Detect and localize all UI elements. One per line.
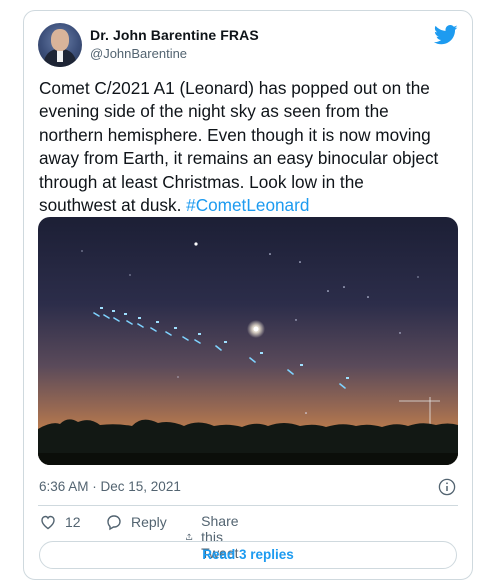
hashtag-link[interactable]: #CometLeonard xyxy=(186,195,309,215)
divider xyxy=(38,505,458,506)
author-name[interactable]: Dr. John Barentine FRAS xyxy=(90,27,259,43)
like-button[interactable]: 12 xyxy=(39,513,81,531)
twitter-bird-icon[interactable] xyxy=(434,25,458,45)
tweet-text-line: southwest at dusk. #CometLeonard xyxy=(39,194,459,217)
like-count: 12 xyxy=(65,514,81,530)
reply-icon xyxy=(107,515,121,531)
tweet-text-line: away from Earth, it remains an easy bino… xyxy=(39,148,439,169)
night-sky-photo[interactable] xyxy=(38,217,458,465)
timestamp[interactable]: 6:36 AM · Dec 15, 2021 xyxy=(39,479,181,494)
author-handle[interactable]: @JohnBarentine xyxy=(90,46,187,61)
tweet-text-line: Comet C/2021 A1 (Leonard) has popped out… xyxy=(39,78,430,98)
tweet-text-line: northern hemisphere. Even though it is n… xyxy=(39,124,431,145)
tweet-text-line: through at least Christmas. Look low in … xyxy=(39,171,364,192)
tweet-card: Dr. John Barentine FRAS @JohnBarentine C… xyxy=(23,10,473,580)
tweet-text-line: evening side of the night sky as seen fr… xyxy=(39,101,389,122)
tweet-text: Comet C/2021 A1 (Leonard) has popped out… xyxy=(39,77,459,217)
read-replies-button[interactable]: Read 3 replies xyxy=(39,541,457,569)
avatar[interactable] xyxy=(38,23,82,67)
reply-label: Reply xyxy=(131,514,167,530)
tweet-text-last: southwest at dusk. xyxy=(39,195,187,216)
heart-icon xyxy=(41,515,55,530)
info-icon[interactable] xyxy=(438,478,456,496)
reply-button[interactable]: Reply xyxy=(105,513,167,531)
